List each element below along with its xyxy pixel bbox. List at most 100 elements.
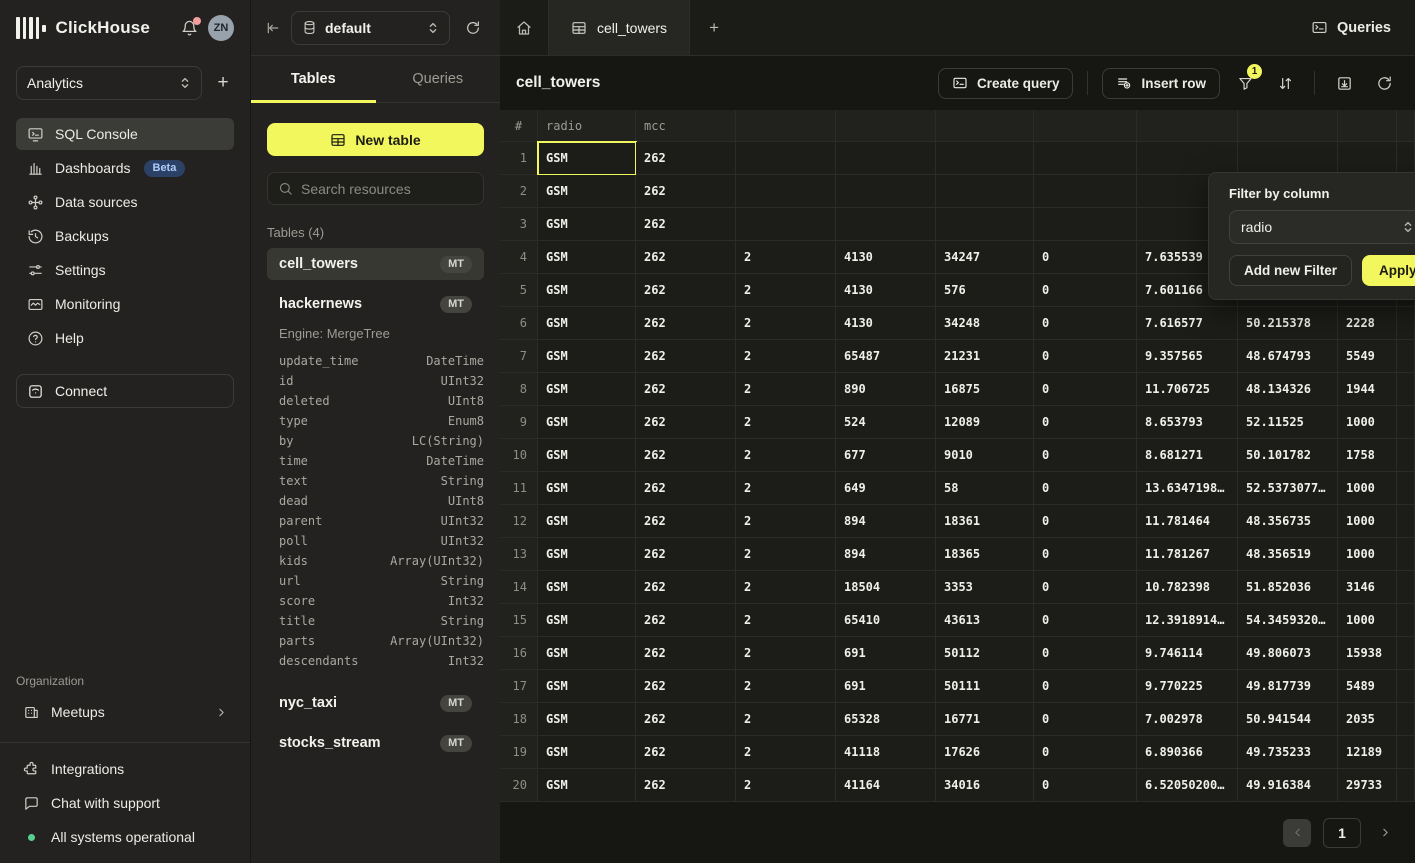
table-list-item-nyc-taxi[interactable]: nyc_taxi MT	[267, 687, 484, 719]
add-workspace-button[interactable]: +	[212, 72, 234, 94]
table-cell[interactable]: 262	[636, 736, 736, 769]
table-cell[interactable]: 0	[1034, 505, 1137, 538]
table-cell[interactable]: 262	[636, 538, 736, 571]
sidebar-item-integrations[interactable]: Integrations	[16, 753, 234, 785]
row-number[interactable]: 13	[500, 538, 538, 571]
table-cell[interactable]: 262	[636, 340, 736, 373]
table-cell[interactable]: GSM	[538, 439, 636, 472]
table-cell[interactable]: 65487	[836, 340, 936, 373]
table-cell[interactable]	[736, 142, 836, 175]
table-cell[interactable]: GSM	[538, 505, 636, 538]
table-cell[interactable]	[1397, 505, 1415, 538]
table-cell[interactable]: 48.356519	[1238, 538, 1338, 571]
previous-page-button[interactable]	[1283, 819, 1311, 847]
table-cell[interactable]: 5489	[1338, 670, 1397, 703]
table-cell[interactable]: 262	[636, 472, 736, 505]
table-cell[interactable]: 2	[736, 769, 836, 802]
table-cell[interactable]: 18365	[936, 538, 1034, 571]
table-cell[interactable]: 890	[836, 373, 936, 406]
table-cell[interactable]: 1000	[1338, 604, 1397, 637]
column-header[interactable]	[936, 110, 1034, 142]
filter-column-select[interactable]: radio	[1229, 210, 1415, 244]
sidebar-item-monitoring[interactable]: Monitoring	[16, 288, 234, 320]
table-cell[interactable]: 4130	[836, 274, 936, 307]
notifications-bell-icon[interactable]	[181, 20, 198, 37]
column-header[interactable]	[1238, 110, 1338, 142]
table-cell[interactable]	[736, 175, 836, 208]
table-cell[interactable]: 11.781267	[1137, 538, 1238, 571]
table-cell[interactable]: 7.616577	[1137, 307, 1238, 340]
table-cell[interactable]: GSM	[538, 373, 636, 406]
table-cell[interactable]: GSM	[538, 274, 636, 307]
table-cell[interactable]: GSM	[538, 538, 636, 571]
current-page-number[interactable]: 1	[1323, 818, 1361, 848]
row-number[interactable]: 19	[500, 736, 538, 769]
table-cell[interactable]: 7.002978	[1137, 703, 1238, 736]
table-cell[interactable]: 2228	[1338, 307, 1397, 340]
table-cell[interactable]	[1397, 142, 1415, 175]
sidebar-item-meetups[interactable]: Meetups	[16, 696, 234, 728]
table-cell[interactable]: 9.357565	[1137, 340, 1238, 373]
table-cell[interactable]: 894	[836, 538, 936, 571]
table-cell[interactable]: 4130	[836, 241, 936, 274]
next-page-button[interactable]	[1373, 826, 1397, 839]
table-cell[interactable]: 262	[636, 241, 736, 274]
row-number[interactable]: 14	[500, 571, 538, 604]
table-cell[interactable]: 0	[1034, 340, 1137, 373]
table-cell[interactable]: GSM	[538, 637, 636, 670]
row-number[interactable]: 10	[500, 439, 538, 472]
table-cell[interactable]: 894	[836, 505, 936, 538]
table-cell[interactable]: 2035	[1338, 703, 1397, 736]
table-cell[interactable]: 576	[936, 274, 1034, 307]
table-cell[interactable]: 524	[836, 406, 936, 439]
row-number[interactable]: 4	[500, 241, 538, 274]
table-cell[interactable]	[936, 175, 1034, 208]
column-header[interactable]	[1338, 110, 1397, 142]
insert-row-button[interactable]: Insert row	[1102, 68, 1220, 99]
table-cell[interactable]: 9.746114	[1137, 637, 1238, 670]
table-cell[interactable]: 1944	[1338, 373, 1397, 406]
table-cell[interactable]: 50.941544	[1238, 703, 1338, 736]
table-cell[interactable]	[1397, 307, 1415, 340]
tab-cell-towers[interactable]: cell_towers	[548, 0, 690, 55]
table-cell[interactable]: 262	[636, 604, 736, 637]
table-cell[interactable]: 2	[736, 439, 836, 472]
table-cell[interactable]	[1397, 769, 1415, 802]
table-cell[interactable]	[1397, 604, 1415, 637]
table-cell[interactable]: 2	[736, 670, 836, 703]
table-cell[interactable]: 4130	[836, 307, 936, 340]
table-cell[interactable]: 9.770225	[1137, 670, 1238, 703]
add-new-filter-button[interactable]: Add new Filter	[1229, 255, 1352, 286]
table-cell[interactable]: 262	[636, 769, 736, 802]
table-cell[interactable]: 16771	[936, 703, 1034, 736]
table-cell[interactable]: 12089	[936, 406, 1034, 439]
table-cell[interactable]: 10.782398	[1137, 571, 1238, 604]
table-cell[interactable]	[1397, 538, 1415, 571]
table-cell[interactable]: 51.852036	[1238, 571, 1338, 604]
table-cell[interactable]: 262	[636, 439, 736, 472]
table-cell[interactable]: 0	[1034, 736, 1137, 769]
table-cell[interactable]: 677	[836, 439, 936, 472]
tab-queries[interactable]: Queries	[376, 56, 501, 102]
table-cell[interactable]: 50.215378	[1238, 307, 1338, 340]
table-cell[interactable]: 1758	[1338, 439, 1397, 472]
table-cell[interactable]: GSM	[538, 670, 636, 703]
tab-tables[interactable]: Tables	[251, 56, 376, 102]
table-cell[interactable]: GSM	[538, 703, 636, 736]
sidebar-item-dashboards[interactable]: Dashboards Beta	[16, 152, 234, 184]
row-number[interactable]: 11	[500, 472, 538, 505]
table-cell[interactable]: 0	[1034, 439, 1137, 472]
table-cell[interactable]: GSM	[538, 769, 636, 802]
table-cell[interactable]: 2	[736, 538, 836, 571]
table-cell[interactable]: 52.5373077…	[1238, 472, 1338, 505]
table-cell[interactable]: 1000	[1338, 406, 1397, 439]
sidebar-item-data-sources[interactable]: Data sources	[16, 186, 234, 218]
table-cell[interactable]: 58	[936, 472, 1034, 505]
table-cell[interactable]: GSM	[538, 142, 636, 175]
table-cell[interactable]: 1000	[1338, 472, 1397, 505]
table-cell[interactable]: 649	[836, 472, 936, 505]
table-cell[interactable]: 2	[736, 241, 836, 274]
table-list-item-stocks-stream[interactable]: stocks_stream MT	[267, 727, 484, 759]
table-cell[interactable]	[1397, 439, 1415, 472]
filter-icon[interactable]: 1	[1230, 68, 1260, 98]
